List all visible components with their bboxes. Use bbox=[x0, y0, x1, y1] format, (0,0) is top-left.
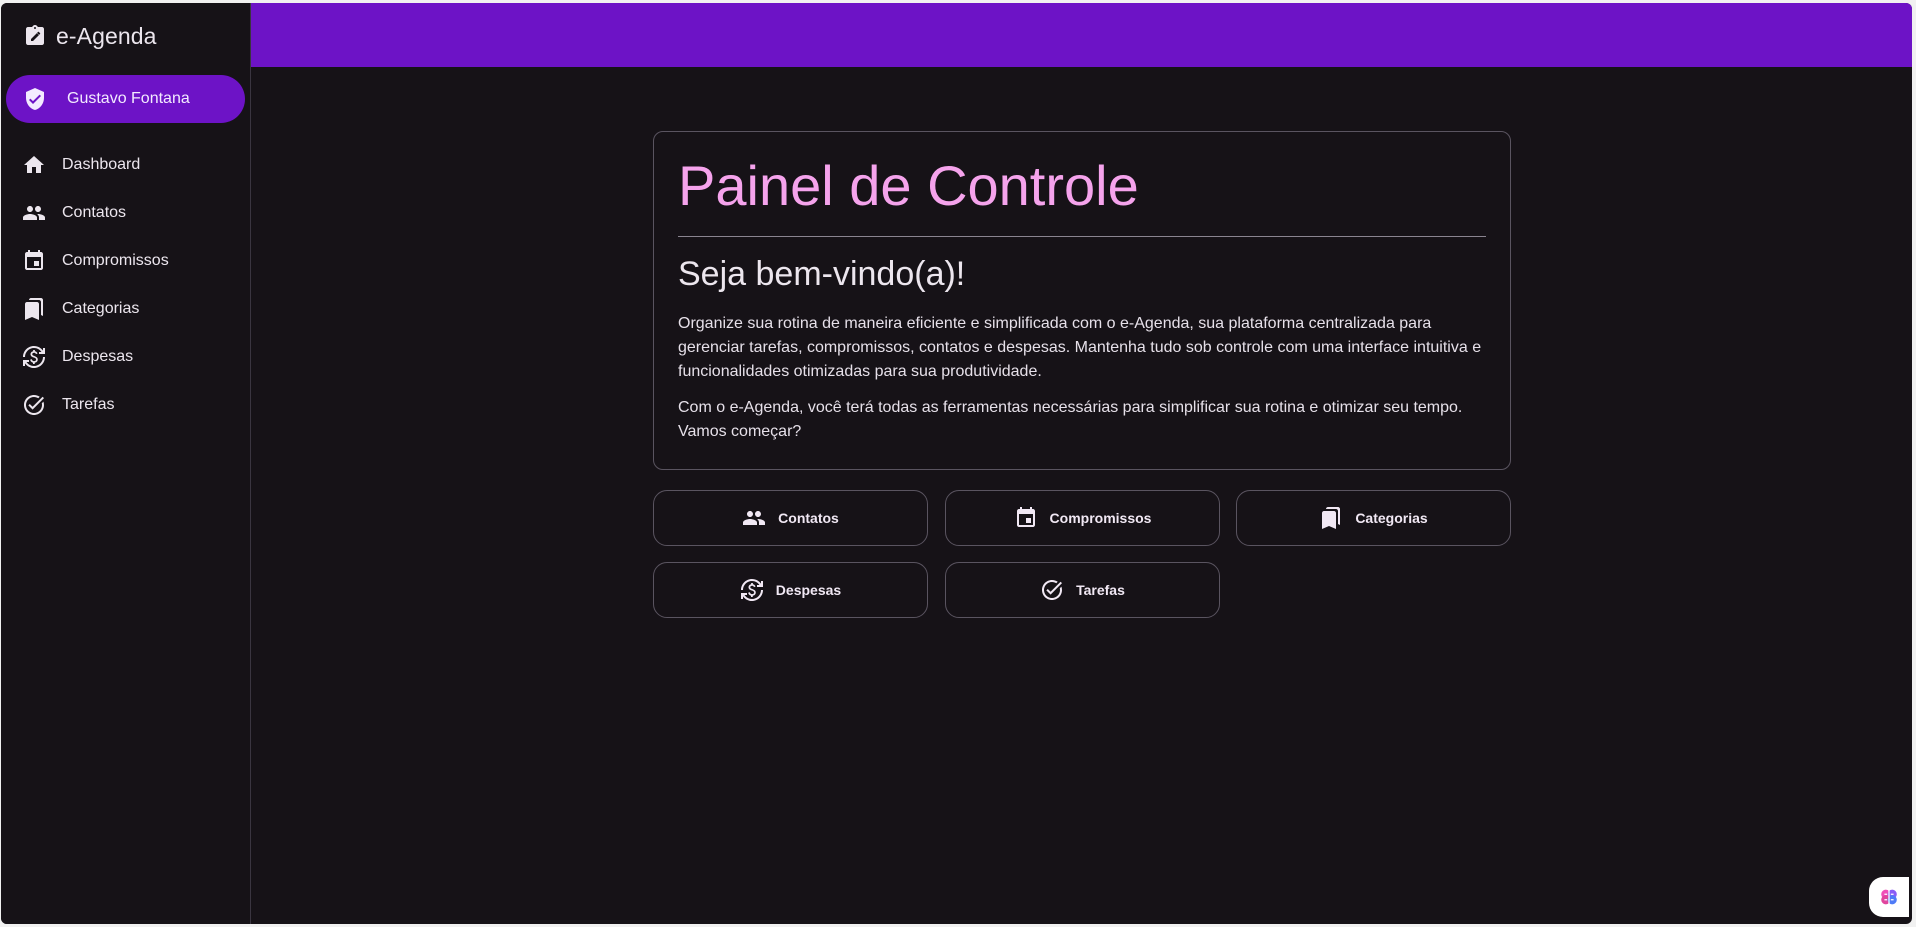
quick-link-label: Contatos bbox=[778, 510, 839, 526]
quick-link-compromissos[interactable]: Compromissos bbox=[945, 490, 1220, 546]
quick-link-label: Despesas bbox=[775, 582, 842, 598]
app-title: e-Agenda bbox=[56, 22, 157, 49]
welcome-card: Painel de Controle Seja bem-vindo(a)! Or… bbox=[653, 131, 1511, 470]
verified-shield-icon bbox=[6, 87, 47, 111]
user-name: Gustavo Fontana bbox=[67, 90, 190, 107]
check-circle-icon bbox=[1040, 578, 1076, 602]
quick-link-label: Categorias bbox=[1355, 510, 1428, 526]
welcome-heading: Seja bem-vindo(a)! bbox=[678, 255, 966, 293]
page-title: Painel de Controle bbox=[678, 154, 1139, 217]
divider bbox=[678, 236, 1486, 237]
check-circle-icon bbox=[1, 393, 46, 417]
quick-link-despesas[interactable]: Despesas bbox=[653, 562, 928, 618]
sidebar-item-dashboard[interactable]: Dashboard bbox=[1, 141, 250, 189]
main-content: Painel de Controle Seja bem-vindo(a)! Or… bbox=[251, 67, 1912, 924]
quick-link-categorias[interactable]: Categorias bbox=[1236, 490, 1511, 546]
quick-link-tarefas[interactable]: Tarefas bbox=[945, 562, 1220, 618]
bookmarks-icon bbox=[1319, 506, 1355, 530]
sidebar-item-compromissos[interactable]: Compromissos bbox=[1, 237, 250, 285]
brand[interactable]: e-Agenda bbox=[23, 21, 157, 51]
user-profile-button[interactable]: Gustavo Fontana bbox=[6, 75, 245, 123]
currency-exchange-icon bbox=[740, 578, 776, 602]
quick-link-contatos[interactable]: Contatos bbox=[653, 490, 928, 546]
sidebar-item-label: Contatos bbox=[62, 204, 127, 221]
app-window: e-Agenda Gustavo Fontana Dashboard Conta… bbox=[1, 3, 1912, 924]
bookmarks-icon bbox=[1, 297, 46, 321]
people-icon bbox=[742, 506, 778, 530]
closing-paragraph: Com o e-Agenda, você terá todas as ferra… bbox=[678, 399, 1463, 440]
sidebar-item-label: Compromissos bbox=[62, 252, 169, 269]
top-app-bar bbox=[251, 3, 1912, 67]
sidebar-item-tarefas[interactable]: Tarefas bbox=[1, 381, 250, 429]
sidebar-item-label: Categorias bbox=[62, 300, 140, 317]
calendar-icon bbox=[1014, 506, 1050, 530]
sidebar-item-categorias[interactable]: Categorias bbox=[1, 285, 250, 333]
sidebar-nav: Dashboard Contatos Compromissos Categori… bbox=[1, 141, 250, 429]
sidebar-item-label: Despesas bbox=[62, 348, 134, 365]
calendar-icon bbox=[1, 249, 46, 273]
sidebar: e-Agenda Gustavo Fontana Dashboard Conta… bbox=[1, 3, 251, 924]
sidebar-item-despesas[interactable]: Despesas bbox=[1, 333, 250, 381]
quick-link-label: Tarefas bbox=[1076, 582, 1125, 598]
brain-icon bbox=[1878, 886, 1900, 908]
home-icon bbox=[1, 153, 46, 177]
sidebar-item-contatos[interactable]: Contatos bbox=[1, 189, 250, 237]
assistant-button[interactable] bbox=[1869, 877, 1909, 917]
people-icon bbox=[1, 201, 46, 225]
quick-link-label: Compromissos bbox=[1049, 510, 1152, 526]
clipboard-icon bbox=[23, 24, 47, 48]
sidebar-item-label: Tarefas bbox=[62, 396, 115, 413]
sidebar-item-label: Dashboard bbox=[62, 156, 141, 173]
intro-paragraph: Organize sua rotina de maneira eficiente… bbox=[678, 315, 1482, 380]
currency-exchange-icon bbox=[1, 345, 46, 369]
